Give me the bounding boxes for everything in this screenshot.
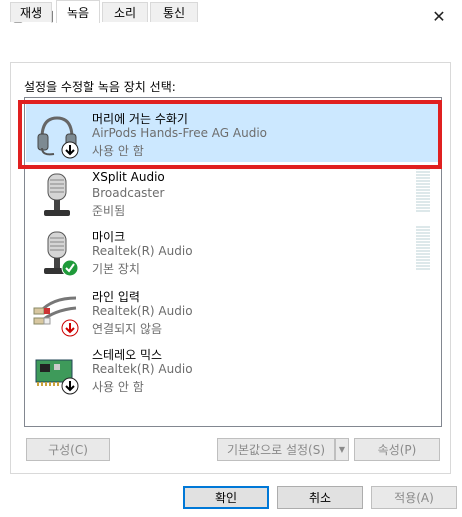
device-subtitle: Realtek(R) Audio [92, 362, 193, 376]
device-item-headset[interactable]: 머리에 거는 수화기 AirPods Hands-Free AG Audio 사… [26, 104, 440, 162]
close-button[interactable]: ✕ [416, 0, 462, 32]
device-item-line-in[interactable]: 라인 입력 Realtek(R) Audio 연결되지 않음 [26, 282, 440, 340]
device-name: 라인 입력 [92, 290, 140, 304]
line-in-cable-icon [33, 296, 79, 337]
device-subtitle: Realtek(R) Audio [92, 244, 193, 258]
device-status: 연결되지 않음 [92, 322, 163, 336]
device-item-stereo-mix[interactable]: 스테레오 믹스 Realtek(R) Audio 사용 안 함 [26, 340, 440, 398]
set-default-dropdown[interactable]: ▼ [335, 438, 349, 461]
configure-button[interactable]: 구성(C) [26, 438, 110, 461]
device-item-xsplit[interactable]: XSplit Audio Broadcaster 준비됨 [26, 164, 440, 222]
device-subtitle: Broadcaster [92, 186, 165, 200]
tab-sounds[interactable]: 소리 [102, 2, 148, 22]
apply-button[interactable]: 적용(A) [371, 486, 457, 509]
close-icon: ✕ [432, 6, 446, 26]
device-name: XSplit Audio [92, 170, 165, 184]
device-subtitle: Realtek(R) Audio [92, 304, 193, 318]
ok-button[interactable]: 확인 [183, 486, 269, 509]
tab-communications[interactable]: 통신 [150, 2, 198, 22]
device-name: 스테레오 믹스 [92, 348, 163, 362]
device-list[interactable]: 머리에 거는 수화기 AirPods Hands-Free AG Audio 사… [24, 97, 442, 427]
device-name: 마이크 [92, 230, 126, 244]
microphone-icon [44, 231, 79, 277]
instruction-label: 설정을 수정할 녹음 장치 선택: [24, 80, 176, 94]
device-status: 준비됨 [92, 204, 126, 218]
device-subtitle: AirPods Hands-Free AG Audio [92, 126, 267, 140]
device-item-microphone[interactable]: 마이크 Realtek(R) Audio 기본 장치 [26, 222, 440, 280]
level-meter [416, 226, 430, 270]
microphone-icon [44, 173, 70, 216]
set-default-button[interactable]: 기본값으로 설정(S) [217, 438, 335, 461]
tab-playback[interactable]: 재생 [10, 2, 52, 22]
headset-icon [37, 116, 79, 159]
properties-button[interactable]: 속성(P) [354, 438, 440, 461]
device-status: 사용 안 함 [92, 380, 144, 394]
tab-recording[interactable]: 녹음 [56, 0, 100, 23]
device-name: 머리에 거는 수화기 [92, 112, 188, 126]
sound-card-icon [35, 359, 79, 395]
device-status: 사용 안 함 [92, 144, 144, 158]
chevron-down-icon: ▼ [338, 445, 346, 454]
level-meter [416, 168, 430, 212]
device-status: 기본 장치 [92, 262, 140, 276]
cancel-button[interactable]: 취소 [277, 486, 363, 509]
